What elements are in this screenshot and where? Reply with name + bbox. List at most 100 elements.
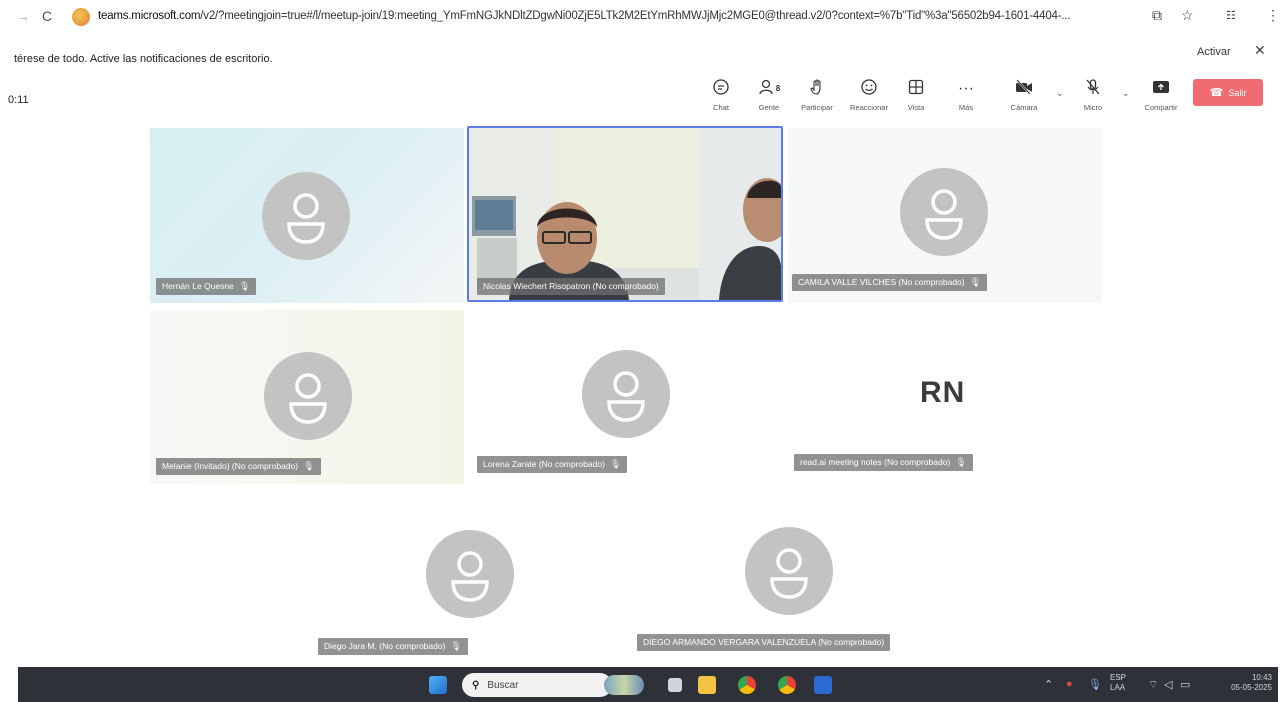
react-button[interactable]: Reaccionar: [845, 78, 893, 118]
participant-name-tag: Lorena Zarate (No comprobado) 🎙: [477, 456, 628, 473]
camera-label: Cámara: [1010, 103, 1038, 112]
raise-hand-label: Participar: [801, 103, 833, 112]
speaker-icon[interactable]: ◁: [1164, 678, 1172, 691]
raise-hand-button[interactable]: Participar: [793, 78, 841, 118]
notification-text: térese de todo. Active las notificacione…: [14, 53, 273, 65]
participant-tile[interactable]: Lorena Zarate (No comprobado) 🎙: [469, 310, 783, 484]
participant-tile[interactable]: Diego Jara M. (No comprobado) 🎙: [312, 492, 626, 660]
people-icon: 8: [745, 78, 793, 100]
kebab-menu-icon[interactable]: ⋮: [1266, 7, 1280, 24]
task-view-icon[interactable]: [668, 678, 682, 692]
muted-mic-icon: 🎙: [969, 277, 982, 287]
meeting-timer: 0:11: [8, 94, 29, 106]
participant-tile[interactable]: Hernán Le Quesne 🎙: [150, 128, 464, 303]
participant-name: Diego Jara M. (No comprobado): [324, 641, 446, 651]
search-icon: ⚲: [472, 679, 480, 691]
participant-name-tag: Nicolas Wiechert Risopatron (No comproba…: [477, 278, 665, 295]
view-label: Vista: [907, 103, 925, 112]
default-avatar-icon: [900, 168, 988, 256]
leave-label: Salir: [1228, 87, 1247, 98]
default-avatar-icon: [264, 352, 352, 440]
participant-name-tag: read.ai meeting notes (No comprobado) 🎙: [794, 454, 973, 471]
participant-tile[interactable]: CAMILA VALLE VILCHES (No comprobado) 🎙: [788, 128, 1102, 303]
more-button[interactable]: ··· Más: [942, 78, 990, 118]
participant-tile[interactable]: DIEGO ARMANDO VERGARA VALENZUELA (No com…: [632, 492, 946, 660]
word-icon[interactable]: [814, 676, 832, 694]
people-button[interactable]: 8 Gente: [745, 78, 793, 118]
wifi-icon[interactable]: ⌔: [1148, 678, 1158, 692]
clock[interactable]: 10:43 05-05-2025: [1218, 673, 1272, 693]
install-app-icon[interactable]: ⧉: [1152, 7, 1162, 24]
muted-mic-icon: 🎙: [450, 641, 462, 651]
camera-button[interactable]: Cámara: [1000, 78, 1048, 118]
mic-off-icon: [1069, 78, 1117, 100]
mic-options-chevron-icon[interactable]: ⌄: [1122, 88, 1130, 99]
participant-name: Nicolas Wiechert Risopatron (No comproba…: [483, 281, 659, 291]
react-label: Reaccionar: [850, 103, 888, 112]
participant-name-tag: CAMILA VALLE VILCHES (No comprobado) 🎙: [792, 274, 988, 291]
site-favicon-icon: [72, 8, 90, 26]
people-count: 8: [775, 84, 781, 93]
ellipsis-icon: ···: [958, 80, 974, 97]
extensions-icon[interactable]: ☷: [1226, 9, 1236, 22]
chrome-icon[interactable]: [738, 676, 756, 694]
muted-mic-icon: 🎙: [609, 459, 622, 469]
hand-icon: [793, 78, 841, 100]
browser-toolbar: → C teams.microsoft.com/v2/?meetingjoin=…: [0, 0, 1286, 34]
notification-activate-button[interactable]: Activar: [1197, 46, 1231, 58]
participant-name: Melanie (Invitado) (No comprobado): [162, 461, 299, 471]
default-avatar-icon: [745, 527, 833, 615]
taskbar-search-placeholder: Buscar: [487, 679, 519, 691]
clock-date: 05-05-2025: [1231, 683, 1272, 692]
participant-name-tag: Hernán Le Quesne 🎙: [156, 278, 257, 295]
participant-initials: RN: [920, 376, 966, 409]
muted-mic-icon: 🎙: [303, 461, 315, 471]
participant-name-tag: Diego Jara M. (No comprobado) 🎙: [318, 638, 468, 655]
clock-time: 10:43: [1251, 673, 1272, 682]
leave-button[interactable]: ☎ Salir: [1193, 79, 1263, 106]
battery-icon[interactable]: ▭: [1180, 678, 1190, 691]
taskbar-search-box[interactable]: ⚲ Buscar: [462, 673, 612, 697]
back-arrow-icon[interactable]: →: [16, 8, 30, 24]
chat-label: Chat: [713, 103, 729, 112]
smiley-icon: [845, 78, 893, 100]
participant-name: DIEGO ARMANDO VERGARA VALENZUELA (No com…: [643, 637, 885, 647]
widget-landscape-icon[interactable]: [604, 675, 644, 695]
language-code: ESP: [1110, 673, 1127, 682]
close-icon[interactable]: ✕: [1254, 42, 1266, 59]
mic-button[interactable]: Micro: [1069, 78, 1117, 118]
default-avatar-icon: [262, 172, 350, 260]
url-host: teams.microsoft.com: [98, 10, 201, 22]
keyboard-language[interactable]: ESP LAA: [1110, 673, 1126, 693]
participant-name: read.ai meeting notes (No comprobado): [800, 457, 951, 467]
chat-icon: [697, 78, 745, 100]
chat-button[interactable]: Chat: [697, 78, 745, 118]
screen: → C teams.microsoft.com/v2/?meetingjoin=…: [0, 0, 1286, 702]
phone-hangup-icon: ☎: [1209, 87, 1224, 99]
share-label: Compartir: [1144, 103, 1178, 112]
reload-icon[interactable]: C: [42, 8, 52, 24]
windows-taskbar: ⚲ Buscar ⌃ ● 🎙 ESP LAA ⌔ ◁ ▭ 10:43 05-05…: [18, 667, 1278, 702]
windows-start-icon[interactable]: [429, 676, 447, 694]
url-path: /v2/?meetingjoin=true#/l/meetup-join/19:…: [200, 10, 1071, 22]
participant-tile[interactable]: Melanie (Invitado) (No comprobado) 🎙: [150, 310, 464, 484]
chrome-profile-icon[interactable]: [778, 676, 796, 694]
camera-off-icon: [1000, 78, 1048, 100]
participant-name-tag: DIEGO ARMANDO VERGARA VALENZUELA (No com…: [637, 634, 891, 651]
camera-options-chevron-icon[interactable]: ⌄: [1056, 88, 1064, 99]
layout-icon: [892, 78, 940, 100]
participant-name: Hernán Le Quesne: [162, 281, 234, 291]
mic-label: Micro: [1083, 103, 1103, 112]
chevron-up-icon[interactable]: ⌃: [1044, 678, 1053, 691]
address-bar[interactable]: teams.microsoft.com/v2/?meetingjoin=true…: [98, 10, 1128, 22]
view-button[interactable]: Vista: [892, 78, 940, 118]
tray-mic-icon[interactable]: 🎙: [1088, 678, 1102, 691]
file-explorer-icon[interactable]: [698, 676, 716, 694]
participant-name: Lorena Zarate (No comprobado): [483, 459, 605, 469]
participant-video-tile-active-speaker[interactable]: Nicolas Wiechert Risopatron (No comproba…: [467, 126, 783, 302]
participant-tile[interactable]: RN read.ai meeting notes (No comprobado)…: [788, 310, 1102, 484]
star-icon[interactable]: ☆: [1181, 7, 1194, 24]
share-button[interactable]: Compartir: [1137, 78, 1185, 118]
tray-app-icon[interactable]: ●: [1066, 678, 1073, 690]
default-avatar-icon: [426, 530, 514, 618]
